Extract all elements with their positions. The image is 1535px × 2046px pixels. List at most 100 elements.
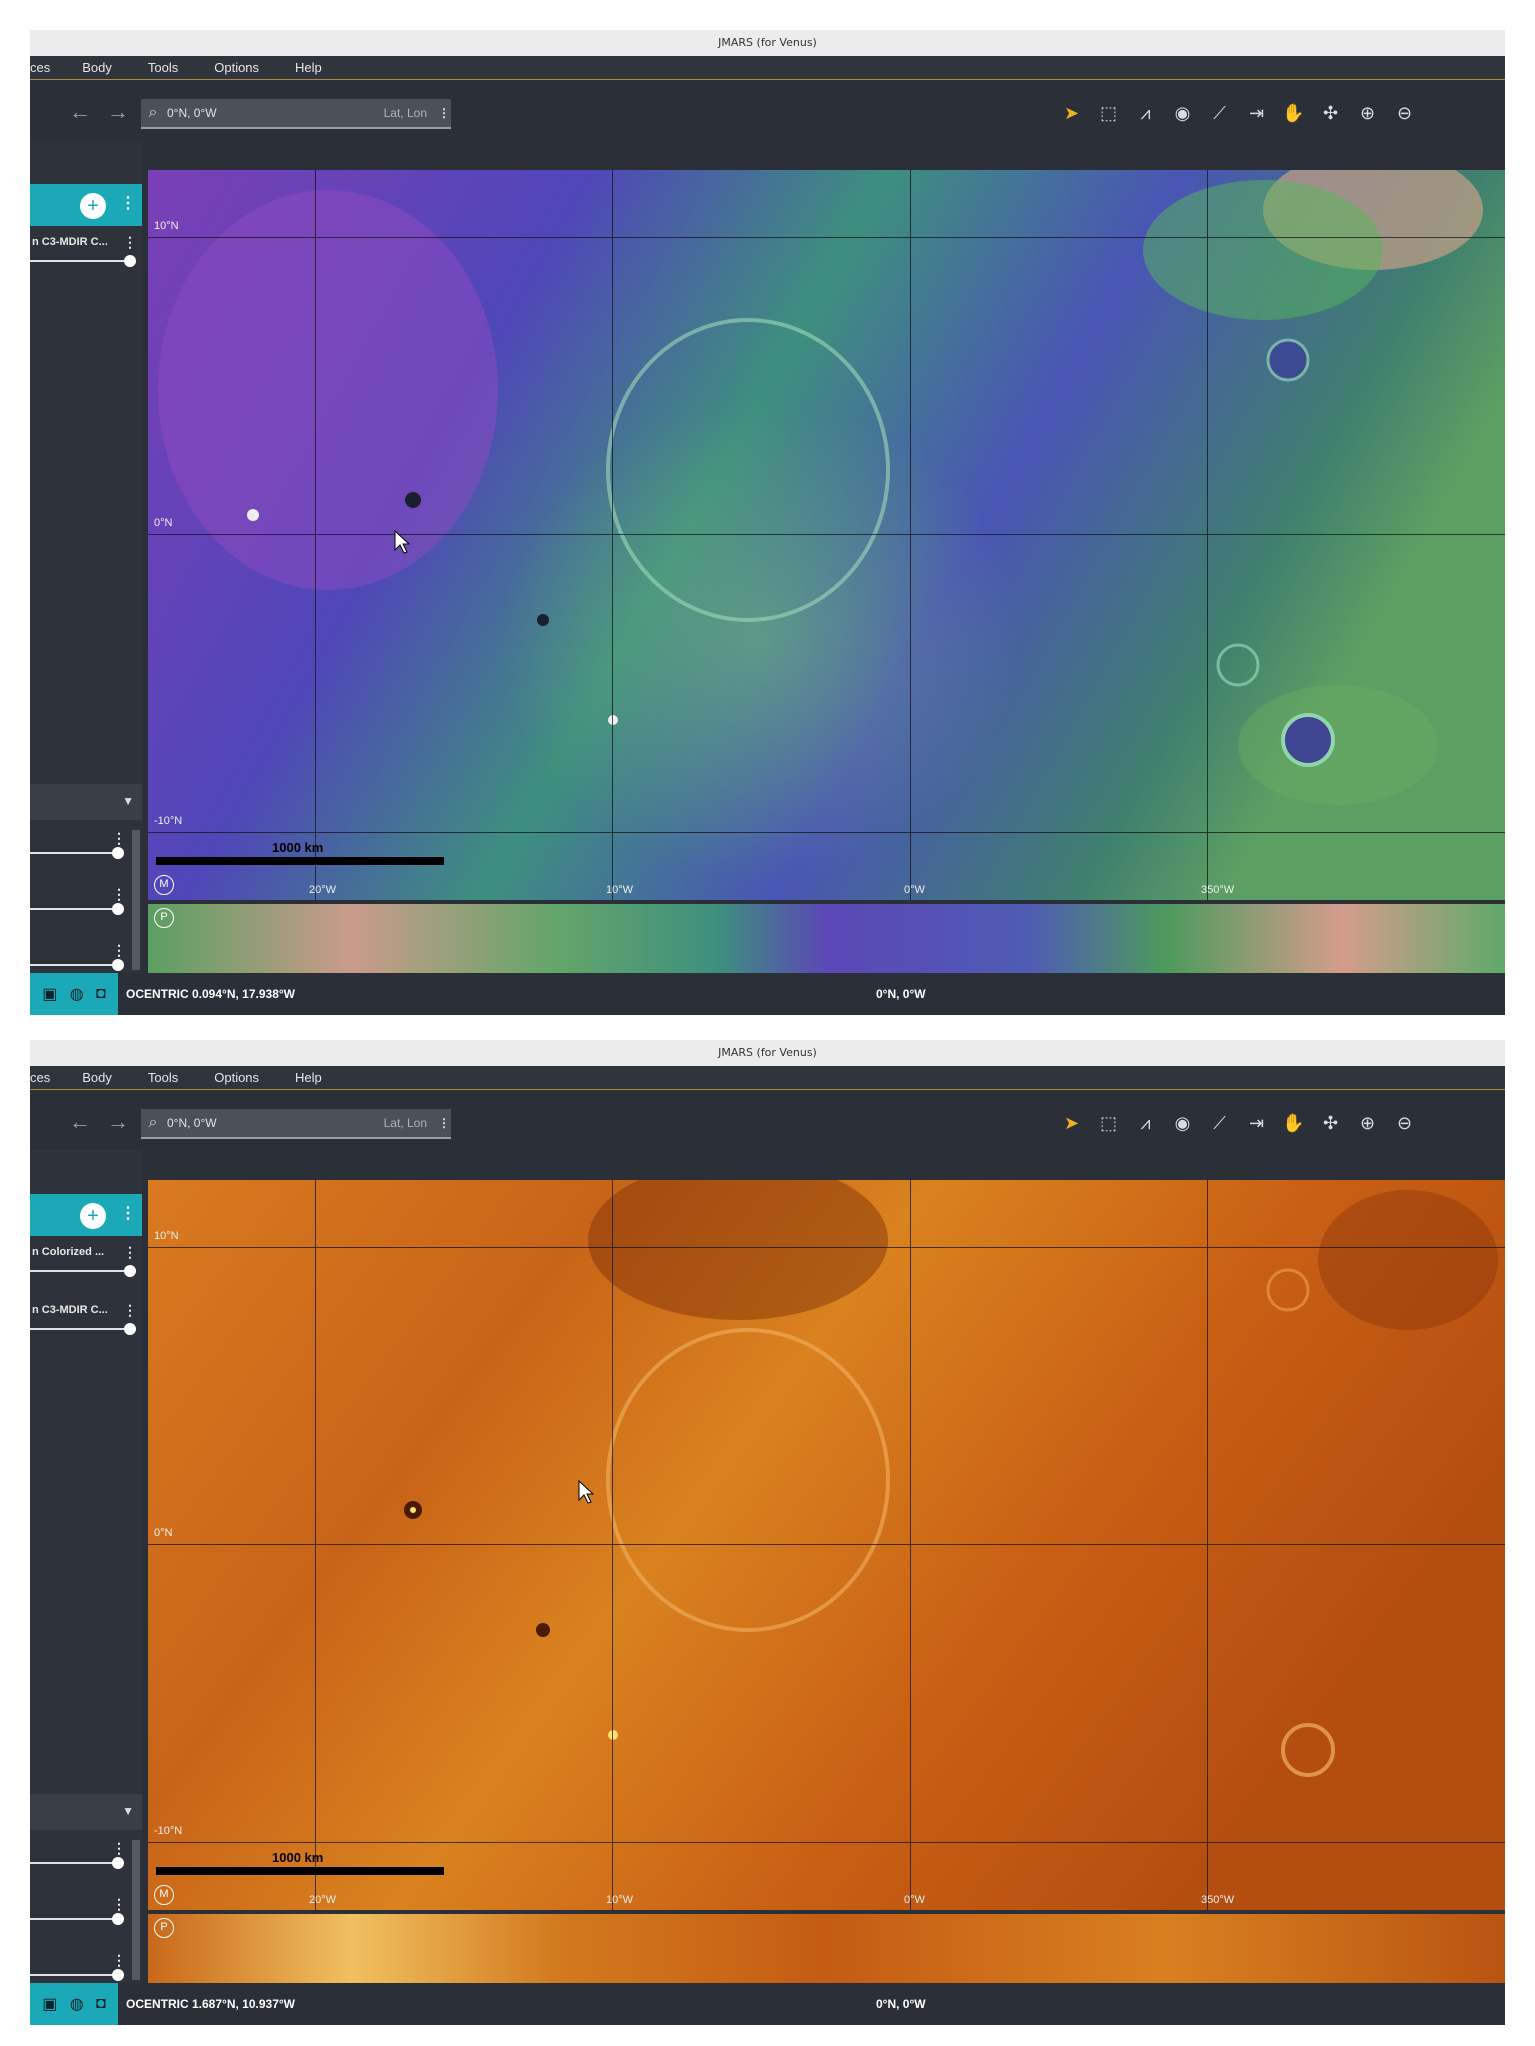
fit-icon[interactable]: ✣	[1312, 1108, 1349, 1138]
layer-header-kebab-icon[interactable]: ⋮	[120, 1203, 136, 1223]
globe-icon[interactable]: ◍	[70, 1994, 84, 2014]
row-slider[interactable]	[30, 959, 124, 971]
menu-item-tools[interactable]: Tools	[130, 1070, 196, 1085]
select-icon[interactable]: ⬚	[1090, 98, 1127, 128]
slider-knob[interactable]	[112, 1913, 124, 1925]
ruler-icon[interactable]: ⟋	[1201, 98, 1238, 128]
map-badge[interactable]: M	[154, 1885, 174, 1905]
globe-icon[interactable]: ◍	[70, 984, 84, 1004]
layer-header-kebab-icon[interactable]: ⋮	[120, 193, 136, 213]
zoom-out-icon[interactable]: ⊖	[1386, 98, 1423, 128]
gridline	[148, 1247, 1505, 1248]
add-layer-button[interactable]: +	[80, 1203, 106, 1229]
pointer-icon[interactable]: ➤	[1053, 98, 1090, 128]
scale-label: 1000 km	[272, 840, 324, 855]
eye-icon[interactable]: ◉	[1164, 1108, 1201, 1138]
menu-item-help[interactable]: Help	[277, 60, 340, 75]
menu-item-tools[interactable]: Tools	[130, 60, 196, 75]
hand-icon[interactable]: ✋	[1275, 1108, 1312, 1138]
pointer-icon[interactable]: ➤	[1053, 1108, 1090, 1138]
menu-item-body[interactable]: Body	[68, 1070, 130, 1085]
ruler-icon[interactable]: ⟋	[1201, 1108, 1238, 1138]
menu-item-body[interactable]: Body	[68, 60, 130, 75]
slider-knob[interactable]	[124, 1323, 136, 1335]
menu-item-places[interactable]: ces	[30, 60, 68, 75]
opacity-slider[interactable]	[30, 1323, 136, 1335]
row-kebab-icon[interactable]: ⋮	[112, 1840, 126, 1857]
book-icon[interactable]: ▣	[42, 984, 57, 1004]
slider-knob[interactable]	[112, 847, 124, 859]
opacity-slider[interactable]	[30, 255, 136, 267]
menu-item-options[interactable]: Options	[196, 60, 277, 75]
sidebar-scrollbar[interactable]	[132, 1840, 140, 1980]
zoom-in-icon[interactable]: ⊕	[1349, 1108, 1386, 1138]
forward-arrow-icon[interactable]: →	[106, 100, 130, 124]
vr-icon[interactable]: ◘	[96, 985, 106, 1003]
book-icon[interactable]: ▣	[42, 1994, 57, 2014]
zoom-in-icon[interactable]: ⊕	[1349, 98, 1386, 128]
slider-knob[interactable]	[112, 959, 124, 971]
vr-icon[interactable]: ◘	[96, 1995, 106, 2013]
hand-icon[interactable]: ✋	[1275, 98, 1312, 128]
panner-badge[interactable]: P	[154, 908, 174, 928]
list-item[interactable]: ⋮	[30, 1888, 130, 1942]
row-slider[interactable]	[30, 903, 124, 915]
slider-knob[interactable]	[112, 1857, 124, 1869]
location-search-input[interactable]: ⌕ 0°N, 0°W Lat, Lon ⋮	[141, 99, 451, 129]
row-slider[interactable]	[30, 847, 124, 859]
row-slider[interactable]	[30, 1913, 124, 1925]
row-kebab-icon[interactable]: ⋮	[112, 1896, 126, 1913]
location-search-input[interactable]: ⌕ 0°N, 0°W Lat, Lon ⋮	[141, 1109, 451, 1139]
export-icon[interactable]: ⇥	[1238, 1108, 1275, 1138]
export-icon[interactable]: ⇥	[1238, 98, 1275, 128]
eye-icon[interactable]: ◉	[1164, 98, 1201, 128]
main-map[interactable]: 10°N 0°N -10°N 20°W 10°W 0°W 350°W 1000 …	[148, 1180, 1505, 1910]
zoom-out-icon[interactable]: ⊖	[1386, 1108, 1423, 1138]
section-header[interactable]: ▼	[30, 1794, 142, 1830]
chevron-down-icon[interactable]: ▼	[122, 794, 134, 808]
search-kebab-icon[interactable]: ⋮	[437, 106, 451, 120]
add-layer-button[interactable]: +	[80, 193, 106, 219]
slider-knob[interactable]	[112, 903, 124, 915]
chevron-down-icon[interactable]: ▼	[122, 1804, 134, 1818]
main-map[interactable]: 10°N 0°N -10°N 20°W 10°W 0°W 350°W 1000 …	[148, 170, 1505, 900]
menu-item-places[interactable]: ces	[30, 1070, 68, 1085]
chart-icon[interactable]: ⩘	[1127, 1108, 1164, 1138]
chart-icon[interactable]: ⩘	[1127, 98, 1164, 128]
layer-row[interactable]: n C3-MDIR C... ⋮	[30, 226, 142, 284]
list-item[interactable]: ⋮	[30, 878, 130, 932]
row-kebab-icon[interactable]: ⋮	[112, 886, 126, 903]
row-kebab-icon[interactable]: ⋮	[112, 942, 126, 959]
layer-row[interactable]: n Colorized ... ⋮	[30, 1236, 142, 1294]
slider-knob[interactable]	[112, 1969, 124, 1981]
layer-kebab-icon[interactable]: ⋮	[123, 1302, 137, 1319]
slider-knob[interactable]	[124, 255, 136, 267]
lon-label: 10°W	[606, 1894, 634, 1906]
layer-kebab-icon[interactable]: ⋮	[123, 234, 137, 251]
map-badge[interactable]: M	[154, 875, 174, 895]
layer-row[interactable]: n C3-MDIR C... ⋮	[30, 1294, 142, 1352]
search-kebab-icon[interactable]: ⋮	[437, 1116, 451, 1130]
search-mode[interactable]: Lat, Lon	[384, 1116, 437, 1130]
list-item[interactable]: ⋮	[30, 822, 130, 876]
fit-icon[interactable]: ✣	[1312, 98, 1349, 128]
menu-item-help[interactable]: Help	[277, 1070, 340, 1085]
row-slider[interactable]	[30, 1969, 124, 1981]
layer-kebab-icon[interactable]: ⋮	[123, 1244, 137, 1261]
row-slider[interactable]	[30, 1857, 124, 1869]
row-kebab-icon[interactable]: ⋮	[112, 830, 126, 847]
panner-badge[interactable]: P	[154, 1918, 174, 1938]
section-header[interactable]: ▼	[30, 784, 142, 820]
scale-label: 1000 km	[272, 1850, 324, 1865]
row-kebab-icon[interactable]: ⋮	[112, 1952, 126, 1969]
menu-item-options[interactable]: Options	[196, 1070, 277, 1085]
sidebar-scrollbar[interactable]	[132, 830, 140, 970]
slider-knob[interactable]	[124, 1265, 136, 1277]
back-arrow-icon[interactable]: ←	[68, 1110, 92, 1134]
select-icon[interactable]: ⬚	[1090, 1108, 1127, 1138]
search-mode[interactable]: Lat, Lon	[384, 106, 437, 120]
opacity-slider[interactable]	[30, 1265, 136, 1277]
forward-arrow-icon[interactable]: →	[106, 1110, 130, 1134]
back-arrow-icon[interactable]: ←	[68, 100, 92, 124]
list-item[interactable]: ⋮	[30, 1832, 130, 1886]
